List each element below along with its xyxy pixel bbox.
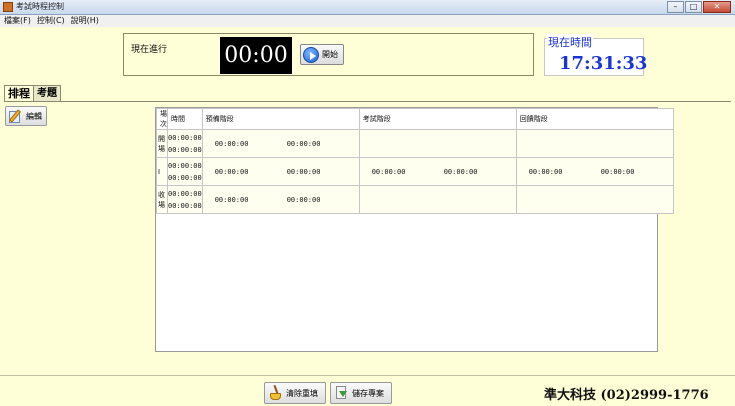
clear-button-label: 清除重填 bbox=[286, 388, 318, 398]
prep-cell: 00:00:00 00:00:00 bbox=[201, 129, 360, 158]
scene-cell: 開場 bbox=[156, 129, 168, 158]
header-scene: 場次 bbox=[156, 108, 168, 130]
countdown-timer: 00:00 bbox=[220, 37, 292, 74]
start-button[interactable]: 開始 bbox=[300, 44, 344, 65]
feedback-cell: 00:00:00 00:00:00 bbox=[515, 157, 674, 186]
time-cell: 00:00:00 00:00:00 bbox=[167, 185, 203, 214]
exam-cell bbox=[358, 185, 517, 214]
save-project-button[interactable]: 儲存專案 bbox=[330, 382, 392, 404]
scene-cell: 收場 bbox=[156, 185, 168, 214]
tab-schedule[interactable]: 排程 bbox=[4, 85, 34, 101]
save-button-label: 儲存專案 bbox=[352, 388, 384, 398]
close-button[interactable]: ✕ bbox=[703, 1, 731, 13]
table-row[interactable]: 開場 00:00:00 00:00:00 00:00:00 00:00:00 bbox=[156, 129, 674, 158]
menu-bar: 檔案(F) 控制(C) 說明(H) bbox=[0, 15, 735, 27]
exam-cell bbox=[358, 129, 517, 158]
edit-icon bbox=[8, 108, 24, 124]
clock-time: 17:31:33 bbox=[559, 53, 648, 74]
minimize-button[interactable]: – bbox=[667, 1, 684, 13]
current-status-panel: 現在進行 00:00 開始 bbox=[123, 33, 534, 76]
table-header-row: 場次 時間 預備階段 考試階段 回饋階段 bbox=[156, 108, 674, 130]
window-controls: – □ ✕ bbox=[667, 1, 731, 13]
time-cell: 00:00:00 00:00:00 bbox=[167, 129, 203, 158]
scene-cell: I bbox=[156, 157, 168, 186]
window-title: 考試時程控制 bbox=[16, 2, 64, 11]
table-row[interactable]: I 00:00:00 00:00:00 00:00:00 00:00:00 00:0… bbox=[156, 157, 674, 186]
exam-cell: 00:00:00 00:00:00 bbox=[358, 157, 517, 186]
menu-help[interactable]: 說明(H) bbox=[71, 15, 99, 27]
time-cell: 00:00:00 00:00:00 bbox=[167, 157, 203, 186]
save-icon bbox=[334, 385, 349, 401]
prep-cell: 00:00:00 00:00:00 bbox=[201, 185, 360, 214]
feedback-cell bbox=[515, 185, 674, 214]
header-exam: 考試階段 bbox=[358, 108, 517, 130]
feedback-cell bbox=[515, 129, 674, 158]
broom-icon bbox=[268, 384, 283, 401]
company-info: 準大科技 (02)2999-1776 bbox=[544, 388, 709, 403]
menu-file[interactable]: 檔案(F) bbox=[4, 15, 31, 27]
tab-divider bbox=[4, 101, 731, 102]
edit-button[interactable]: 編輯 bbox=[5, 106, 47, 126]
current-time-panel: 現在時間 17:31:33 bbox=[544, 34, 648, 76]
prep-cell: 00:00:00 00:00:00 bbox=[201, 157, 360, 186]
tab-questions[interactable]: 考題 bbox=[33, 85, 61, 101]
start-button-label: 開始 bbox=[322, 50, 338, 59]
bottom-divider bbox=[0, 375, 735, 376]
header-prep: 預備階段 bbox=[201, 108, 360, 130]
play-icon bbox=[303, 46, 319, 63]
header-feedback: 回饋階段 bbox=[515, 108, 674, 130]
title-bar: 考試時程控制 – □ ✕ bbox=[0, 0, 735, 15]
app-icon bbox=[3, 2, 13, 12]
edit-button-label: 編輯 bbox=[26, 111, 42, 121]
schedule-table: 場次 時間 預備階段 考試階段 回饋階段 開場 00:00:00 00:00:00… bbox=[155, 107, 674, 352]
table-row[interactable]: 收場 00:00:00 00:00:00 00:00:00 00:00:00 bbox=[156, 185, 674, 214]
clear-button[interactable]: 清除重填 bbox=[264, 382, 326, 404]
maximize-button[interactable]: □ bbox=[685, 1, 702, 13]
clock-title: 現在時間 bbox=[547, 34, 593, 50]
tab-bar: 排程 考題 bbox=[4, 85, 61, 101]
header-time: 時間 bbox=[167, 108, 203, 130]
running-label: 現在進行 bbox=[131, 45, 168, 55]
menu-control[interactable]: 控制(C) bbox=[37, 15, 65, 27]
